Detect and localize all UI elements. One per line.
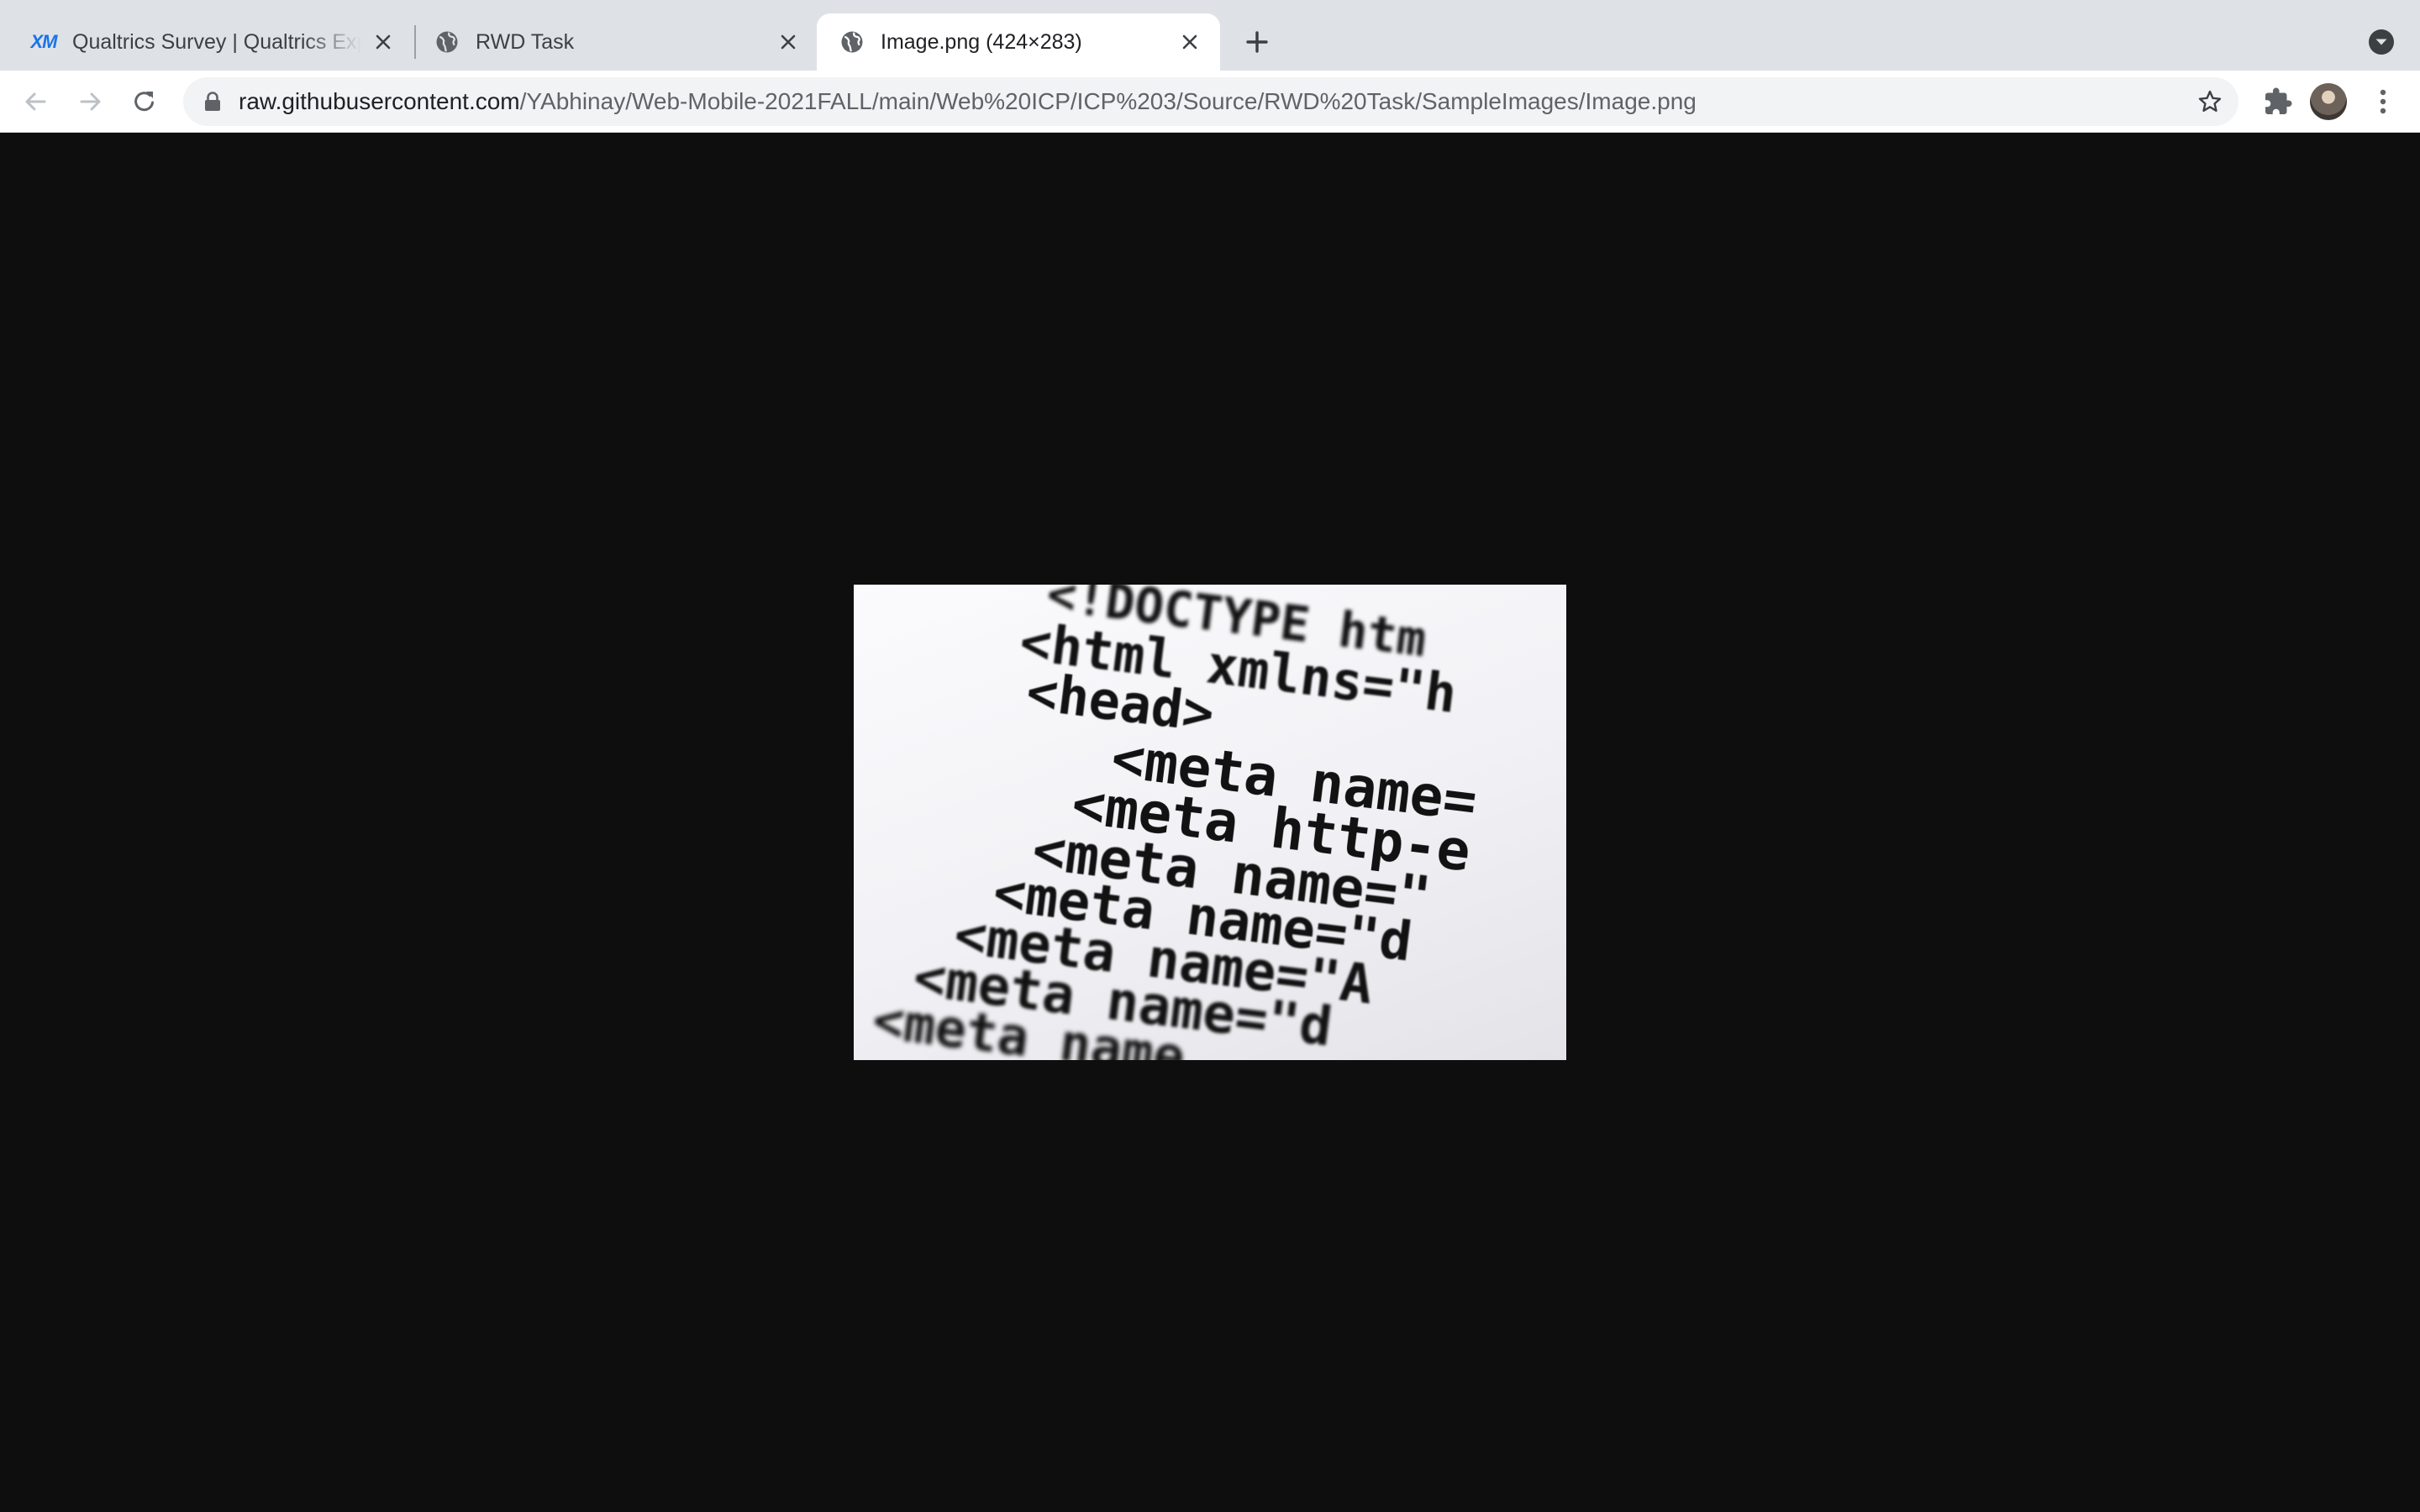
tab-qualtrics[interactable]: XM Qualtrics Survey | Qualtrics Experien… — [0, 13, 413, 71]
tab-title: Image.png (424×283) — [881, 29, 1082, 54]
close-tab-icon[interactable] — [775, 29, 802, 55]
xm-logo-icon: XM — [30, 29, 58, 55]
tab-separator — [414, 25, 416, 59]
forward-arrow-icon[interactable] — [72, 83, 109, 120]
extensions-puzzle-icon[interactable] — [2262, 86, 2294, 118]
reload-icon[interactable] — [126, 83, 163, 120]
close-tab-icon[interactable] — [370, 29, 397, 55]
more-options-icon[interactable] — [2368, 83, 2398, 120]
close-tab-icon[interactable] — [1176, 29, 1203, 55]
address-bar[interactable]: raw.githubusercontent.com/YAbhinay/Web-M… — [183, 77, 2238, 126]
globe-icon — [434, 29, 460, 55]
bookmark-star-icon[interactable] — [2196, 88, 2223, 115]
code-text-photo: <!DOCTYPE htm <html xmlns="h <head> <meta n… — [854, 585, 1561, 1060]
tab-rwd-task[interactable]: RWD Task — [417, 13, 818, 71]
tab-title: Qualtrics Survey | Qualtrics Experience … — [72, 29, 361, 54]
tab-strip: XM Qualtrics Survey | Qualtrics Experien… — [0, 0, 2420, 71]
globe-icon — [839, 29, 865, 55]
new-tab-icon[interactable] — [1240, 24, 1274, 60]
tab-search-icon[interactable] — [2368, 29, 2395, 55]
lock-icon[interactable] — [203, 92, 222, 112]
profile-avatar[interactable] — [2310, 83, 2347, 120]
back-arrow-icon[interactable] — [17, 83, 54, 120]
tab-title: RWD Task — [476, 29, 575, 54]
xm-logo-text: XM — [30, 31, 58, 52]
displayed-image: <!DOCTYPE htm <html xmlns="h <head> <meta n… — [854, 585, 1566, 1060]
url-path: /YAbhinay/Web-Mobile-2021FALL/main/Web%2… — [519, 88, 1697, 114]
tab-image-png[interactable]: Image.png (424×283) — [817, 13, 1220, 71]
url-text[interactable]: raw.githubusercontent.com/YAbhinay/Web-M… — [239, 77, 1697, 126]
url-host: raw.githubusercontent.com — [239, 88, 520, 114]
